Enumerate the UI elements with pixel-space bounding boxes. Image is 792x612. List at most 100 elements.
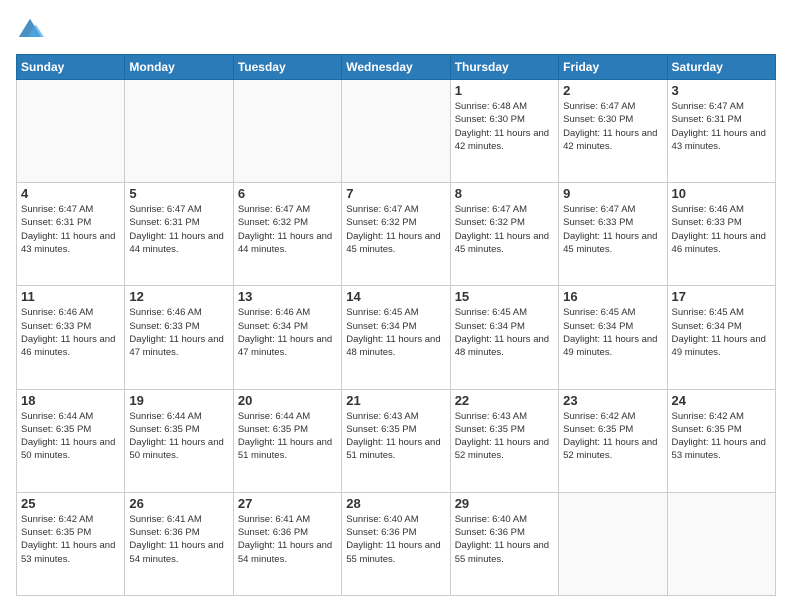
day-number: 6 [238,186,337,201]
day-number: 17 [672,289,771,304]
day-number: 7 [346,186,445,201]
day-number: 19 [129,393,228,408]
day-number: 28 [346,496,445,511]
day-number: 3 [672,83,771,98]
calendar-header-sunday: Sunday [17,55,125,80]
day-cell [125,80,233,183]
day-number: 20 [238,393,337,408]
day-cell: 2 Sunrise: 6:47 AM Sunset: 6:30 PM Daylig… [559,80,667,183]
day-info: Sunrise: 6:42 AM Sunset: 6:35 PM Dayligh… [563,410,662,463]
day-info: Sunrise: 6:47 AM Sunset: 6:31 PM Dayligh… [21,203,120,256]
day-cell: 1 Sunrise: 6:48 AM Sunset: 6:30 PM Daylig… [450,80,558,183]
day-cell: 15Sunrise: 6:45 AM Sunset: 6:34 PM Dayli… [450,286,558,389]
day-number: 2 [563,83,662,98]
day-info: Sunrise: 6:47 AM Sunset: 6:32 PM Dayligh… [238,203,337,256]
day-number: 4 [21,186,120,201]
day-cell [17,80,125,183]
day-cell [667,492,775,595]
day-cell: 26Sunrise: 6:41 AM Sunset: 6:36 PM Dayli… [125,492,233,595]
day-number: 23 [563,393,662,408]
page: SundayMondayTuesdayWednesdayThursdayFrid… [0,0,792,612]
day-info: Sunrise: 6:47 AM Sunset: 6:30 PM Dayligh… [563,100,662,153]
day-number: 25 [21,496,120,511]
day-info: Sunrise: 6:47 AM Sunset: 6:31 PM Dayligh… [672,100,771,153]
calendar-header-monday: Monday [125,55,233,80]
day-cell: 22Sunrise: 6:43 AM Sunset: 6:35 PM Dayli… [450,389,558,492]
calendar: SundayMondayTuesdayWednesdayThursdayFrid… [16,54,776,596]
day-cell: 23 Sunrise: 6:42 AM Sunset: 6:35 PM Dayli… [559,389,667,492]
day-cell [233,80,341,183]
calendar-header-friday: Friday [559,55,667,80]
day-number: 29 [455,496,554,511]
day-number: 22 [455,393,554,408]
day-info: Sunrise: 6:48 AM Sunset: 6:30 PM Dayligh… [455,100,554,153]
day-info: Sunrise: 6:41 AM Sunset: 6:36 PM Dayligh… [238,513,337,566]
day-info: Sunrise: 6:45 AM Sunset: 6:34 PM Dayligh… [346,306,445,359]
header [16,16,776,44]
day-info: Sunrise: 6:46 AM Sunset: 6:33 PM Dayligh… [21,306,120,359]
day-cell [559,492,667,595]
day-info: Sunrise: 6:47 AM Sunset: 6:33 PM Dayligh… [563,203,662,256]
day-cell: 28 Sunrise: 6:40 AM Sunset: 6:36 PM Dayli… [342,492,450,595]
day-info: Sunrise: 6:46 AM Sunset: 6:34 PM Dayligh… [238,306,337,359]
day-info: Sunrise: 6:47 AM Sunset: 6:32 PM Dayligh… [346,203,445,256]
day-info: Sunrise: 6:45 AM Sunset: 6:34 PM Dayligh… [563,306,662,359]
day-number: 26 [129,496,228,511]
calendar-header-thursday: Thursday [450,55,558,80]
day-number: 14 [346,289,445,304]
day-number: 9 [563,186,662,201]
day-cell: 10 Sunrise: 6:46 AM Sunset: 6:33 PM Dayli… [667,183,775,286]
calendar-header-saturday: Saturday [667,55,775,80]
day-info: Sunrise: 6:46 AM Sunset: 6:33 PM Dayligh… [129,306,228,359]
week-row-1: 4 Sunrise: 6:47 AM Sunset: 6:31 PM Daylig… [17,183,776,286]
logo-icon [16,16,44,44]
day-info: Sunrise: 6:40 AM Sunset: 6:36 PM Dayligh… [346,513,445,566]
day-cell: 29 Sunrise: 6:40 AM Sunset: 6:36 PM Dayli… [450,492,558,595]
day-info: Sunrise: 6:40 AM Sunset: 6:36 PM Dayligh… [455,513,554,566]
calendar-header-tuesday: Tuesday [233,55,341,80]
week-row-0: 1 Sunrise: 6:48 AM Sunset: 6:30 PM Daylig… [17,80,776,183]
day-cell: 12 Sunrise: 6:46 AM Sunset: 6:33 PM Dayli… [125,286,233,389]
day-number: 24 [672,393,771,408]
day-info: Sunrise: 6:47 AM Sunset: 6:31 PM Dayligh… [129,203,228,256]
day-number: 18 [21,393,120,408]
day-cell: 9 Sunrise: 6:47 AM Sunset: 6:33 PM Daylig… [559,183,667,286]
day-cell: 8Sunrise: 6:47 AM Sunset: 6:32 PM Daylig… [450,183,558,286]
week-row-4: 25 Sunrise: 6:42 AM Sunset: 6:35 PM Dayli… [17,492,776,595]
day-info: Sunrise: 6:46 AM Sunset: 6:33 PM Dayligh… [672,203,771,256]
day-info: Sunrise: 6:42 AM Sunset: 6:35 PM Dayligh… [672,410,771,463]
day-number: 10 [672,186,771,201]
day-cell: 16 Sunrise: 6:45 AM Sunset: 6:34 PM Dayli… [559,286,667,389]
day-number: 13 [238,289,337,304]
day-number: 27 [238,496,337,511]
day-info: Sunrise: 6:42 AM Sunset: 6:35 PM Dayligh… [21,513,120,566]
day-cell: 14 Sunrise: 6:45 AM Sunset: 6:34 PM Dayli… [342,286,450,389]
day-cell: 17 Sunrise: 6:45 AM Sunset: 6:34 PM Dayli… [667,286,775,389]
day-number: 11 [21,289,120,304]
day-info: Sunrise: 6:44 AM Sunset: 6:35 PM Dayligh… [21,410,120,463]
day-number: 5 [129,186,228,201]
day-info: Sunrise: 6:44 AM Sunset: 6:35 PM Dayligh… [238,410,337,463]
day-cell: 11 Sunrise: 6:46 AM Sunset: 6:33 PM Dayli… [17,286,125,389]
day-cell: 27 Sunrise: 6:41 AM Sunset: 6:36 PM Dayli… [233,492,341,595]
day-cell: 20 Sunrise: 6:44 AM Sunset: 6:35 PM Dayli… [233,389,341,492]
logo [16,16,48,44]
week-row-2: 11 Sunrise: 6:46 AM Sunset: 6:33 PM Dayli… [17,286,776,389]
day-cell: 4 Sunrise: 6:47 AM Sunset: 6:31 PM Daylig… [17,183,125,286]
day-cell: 24 Sunrise: 6:42 AM Sunset: 6:35 PM Dayli… [667,389,775,492]
week-row-3: 18 Sunrise: 6:44 AM Sunset: 6:35 PM Dayli… [17,389,776,492]
day-cell: 13 Sunrise: 6:46 AM Sunset: 6:34 PM Dayli… [233,286,341,389]
day-cell: 19 Sunrise: 6:44 AM Sunset: 6:35 PM Dayli… [125,389,233,492]
day-cell: 5 Sunrise: 6:47 AM Sunset: 6:31 PM Daylig… [125,183,233,286]
calendar-header-wednesday: Wednesday [342,55,450,80]
day-cell: 21Sunrise: 6:43 AM Sunset: 6:35 PM Dayli… [342,389,450,492]
day-number: 12 [129,289,228,304]
day-number: 8 [455,186,554,201]
day-cell: 7 Sunrise: 6:47 AM Sunset: 6:32 PM Daylig… [342,183,450,286]
day-number: 16 [563,289,662,304]
day-number: 1 [455,83,554,98]
day-info: Sunrise: 6:45 AM Sunset: 6:34 PM Dayligh… [672,306,771,359]
day-info: Sunrise: 6:43 AM Sunset: 6:35 PM Dayligh… [346,410,445,463]
day-info: Sunrise: 6:44 AM Sunset: 6:35 PM Dayligh… [129,410,228,463]
day-info: Sunrise: 6:45 AM Sunset: 6:34 PM Dayligh… [455,306,554,359]
